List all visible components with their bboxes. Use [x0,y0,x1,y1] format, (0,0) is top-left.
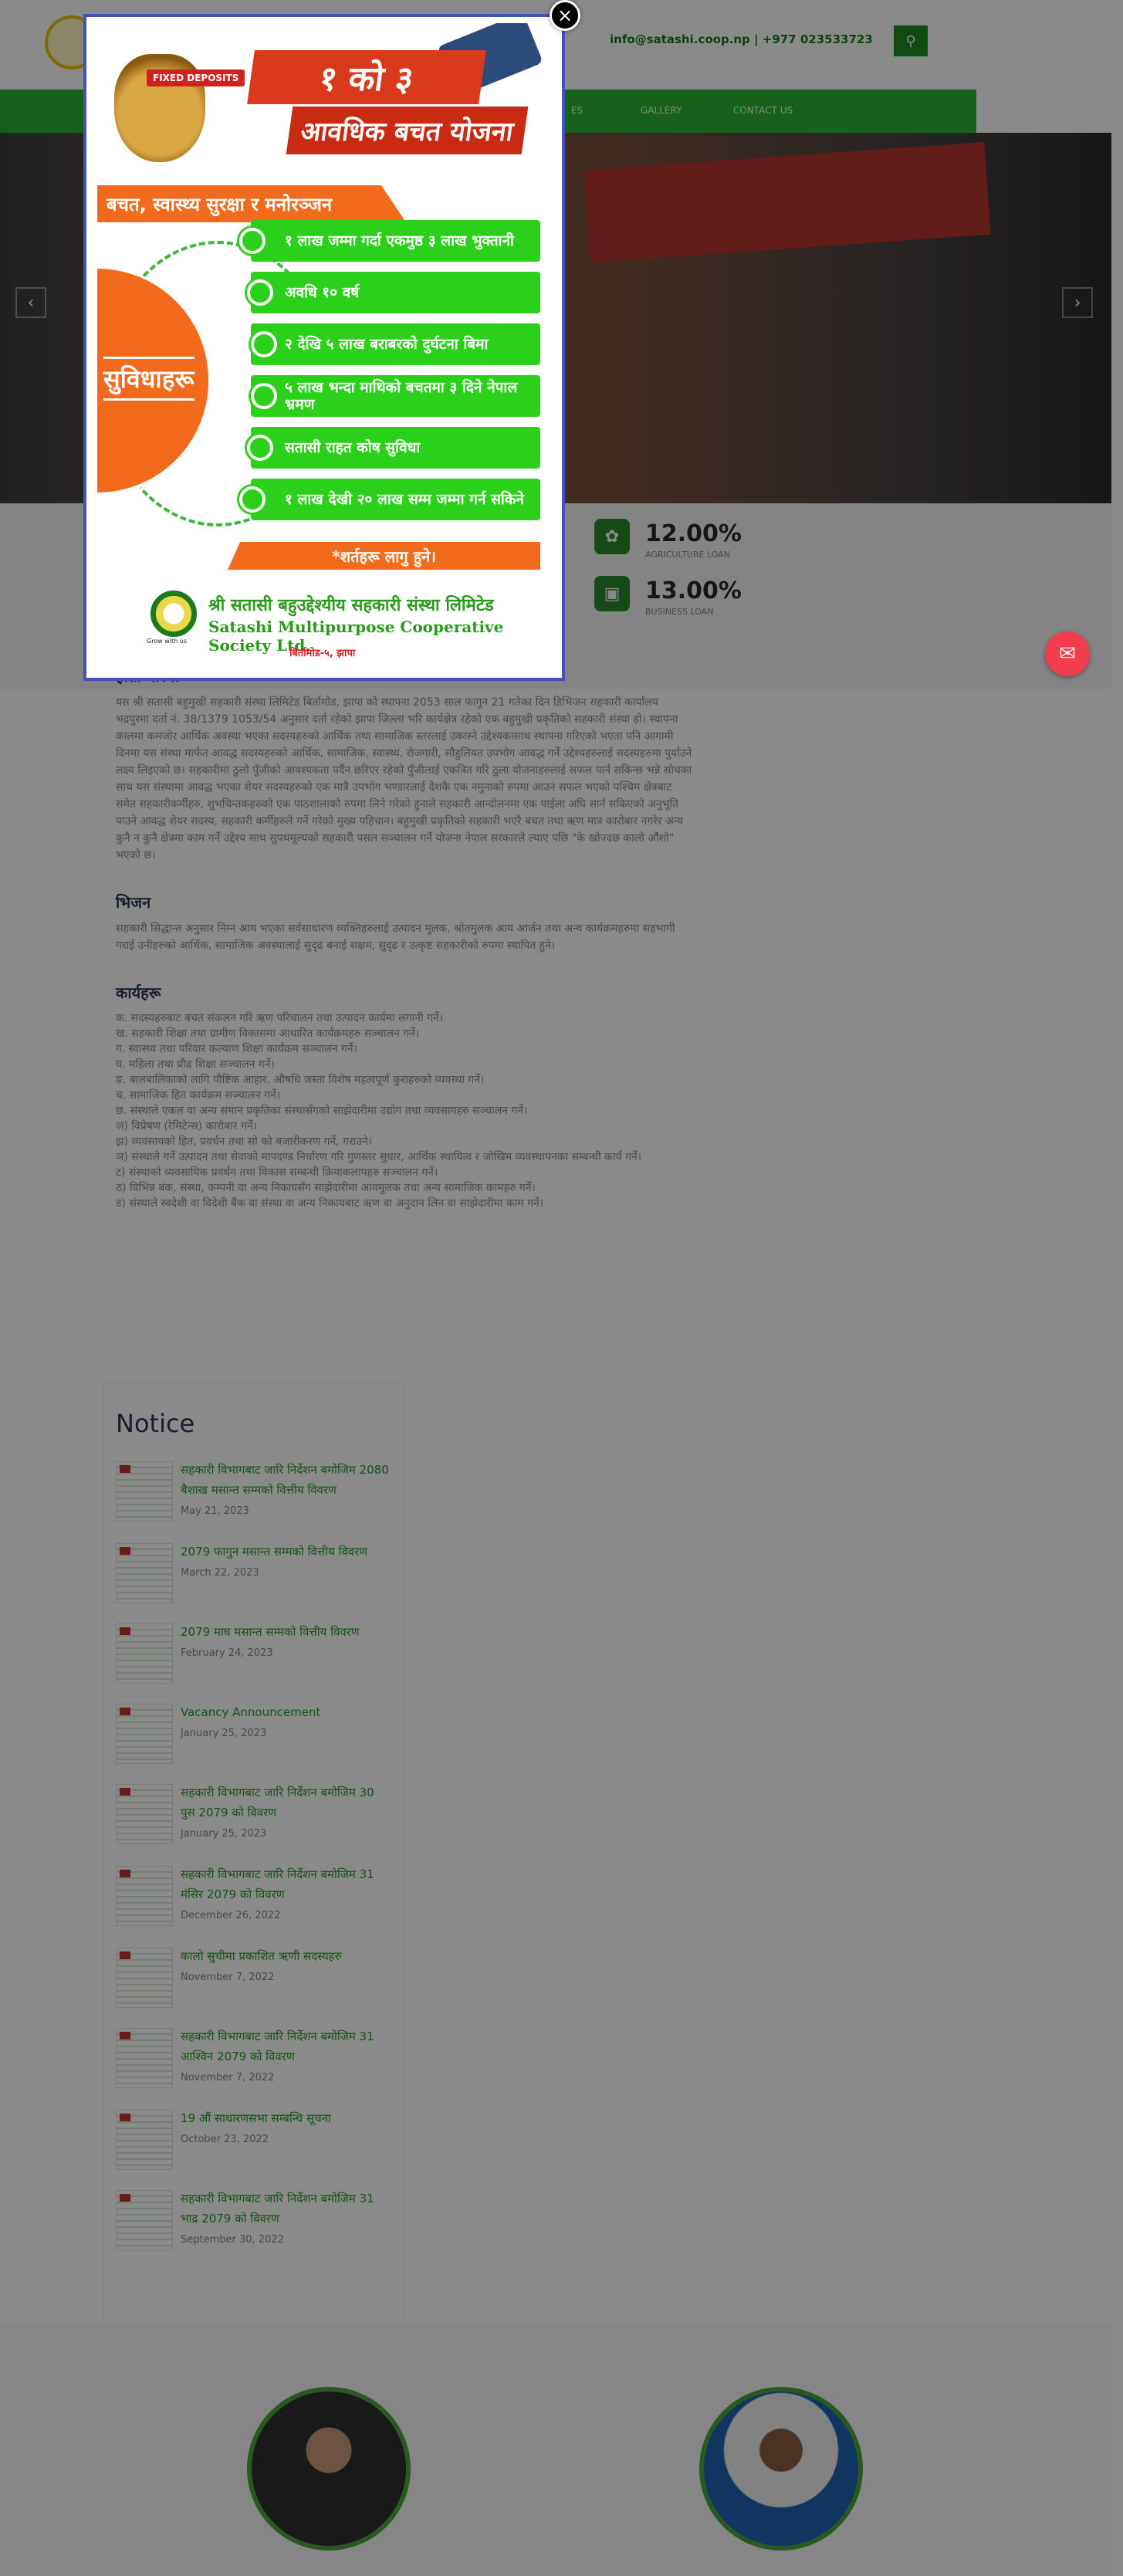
fd-label: FIXED DEPOSITS [147,69,245,86]
coop-address: बिर्तामोड-५, झापा [289,648,356,659]
bullet-icon [247,435,273,461]
bullet-icon [239,486,266,513]
benefit-item: २ देखि ५ लाख बराबरको दुर्घटना बिमा [251,323,540,365]
terms-note: *शर्तहरू लागु हुने। [228,542,540,570]
messenger-chat-icon[interactable]: ✉ [1045,631,1090,676]
headline-secondary: आवधिक बचत योजना [286,107,529,154]
bullet-icon [239,228,266,254]
benefits-label: सुविधाहरू [103,357,194,401]
benefit-item: १ लाख जम्मा गर्दा एकमुष्ठ ३ लाख भुक्तानी [251,220,540,262]
promo-poster: FIXED DEPOSITS १ को ३ आवधिक बचत योजना बच… [93,23,556,672]
subhead-bar: बचत, स्वास्थ्य सुरक्षा र मनोरञ्जन [97,185,406,222]
benefit-text: १ लाख देखी २० लाख सम्म जम्मा गर्न सकिने [285,491,524,508]
close-icon[interactable]: × [550,0,580,31]
benefit-item: सतासी राहत कोष सुविधा [251,427,540,469]
logo-tagline: Grow with us [147,638,188,645]
bullet-icon [247,279,273,306]
coop-logo [151,591,197,637]
benefit-text: ५ लाख भन्दा माथिको बचतमा ३ दिने नेपाल भ्… [285,379,518,413]
benefit-text: १ लाख जम्मा गर्दा एकमुष्ठ ३ लाख भुक्तानी [285,232,514,249]
coop-name-nepali: श्री सतासी बहुउद्देश्यीय सहकारी संस्था ल… [208,596,494,615]
benefit-text: सतासी राहत कोष सुविधा [285,439,421,456]
benefit-item: ५ लाख भन्दा माथिको बचतमा ३ दिने नेपाल भ्… [251,375,540,417]
benefit-item: अवधि १० वर्ष [251,272,540,313]
bullet-icon [251,383,277,409]
benefit-text: २ देखि ५ लाख बराबरको दुर्घटना बिमा [285,336,489,353]
promo-popup: FIXED DEPOSITS १ को ३ आवधिक बचत योजना बच… [83,14,565,681]
bullet-icon [251,331,277,357]
headline-primary: १ को ३ [247,50,486,104]
benefit-text: अवधि १० वर्ष [285,284,360,301]
coop-name-english: Satashi Multipurpose Cooperative Society… [208,618,504,655]
benefit-item: १ लाख देखी २० लाख सम्म जम्मा गर्न सकिने [251,479,540,520]
